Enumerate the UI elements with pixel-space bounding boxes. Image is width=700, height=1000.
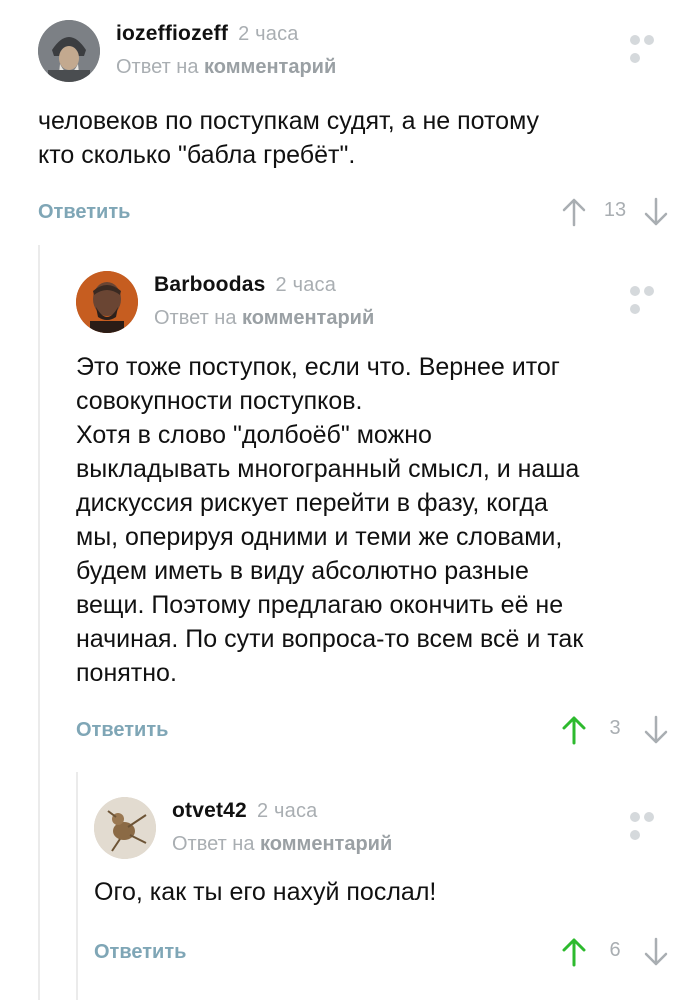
rating-count: 6: [609, 939, 621, 961]
avatar[interactable]: [94, 797, 156, 859]
comment: Barboodas 2 часа Ответ на комментарий Это…: [76, 271, 700, 753]
arrow-up-icon[interactable]: [560, 197, 588, 227]
rating-count: 13: [603, 199, 627, 221]
comment: iozeffiozeff 2 часа Ответ на комментарий …: [38, 20, 700, 235]
comment-footer: Ответить 13: [38, 195, 700, 235]
reply-to-prefix: Ответ на: [172, 833, 255, 855]
reply-to-line: Ответ на комментарий: [116, 56, 336, 79]
author-username[interactable]: otvet42: [172, 799, 247, 822]
more-dots-icon[interactable]: [630, 809, 670, 840]
comment-time: 2 часа: [256, 800, 318, 822]
reply-to-link[interactable]: комментарий: [204, 56, 336, 78]
comment-text: человеков по поступкам судят, а не потом…: [38, 107, 540, 169]
reply-to-line: Ответ на комментарий: [154, 307, 374, 330]
author-name[interactable]: Barboodas 2 часа: [154, 273, 336, 297]
more-dots-icon[interactable]: [630, 32, 670, 63]
comment-text: Ого, как ты его нахуй послал!: [94, 878, 437, 906]
more-dots-icon[interactable]: [630, 283, 670, 314]
comment-time: 2 часа: [238, 23, 299, 45]
comment-header: iozeffiozeff 2 часа Ответ на комментарий: [38, 20, 700, 84]
comment-footer: Ответить 6: [94, 935, 700, 975]
reply-to-link[interactable]: комментарий: [242, 307, 374, 329]
avatar[interactable]: [38, 20, 100, 82]
vote-block: 13: [560, 195, 670, 229]
reply-button[interactable]: Ответить: [38, 201, 130, 224]
reply-button[interactable]: Ответить: [76, 719, 168, 742]
reply-to-line: Ответ на комментарий: [172, 833, 392, 856]
comment-footer: Ответить 3: [76, 713, 700, 753]
arrow-up-icon[interactable]: [560, 715, 588, 745]
reply-to-prefix: Ответ на: [154, 307, 237, 329]
rating-count: 3: [609, 717, 621, 739]
reply-button[interactable]: Ответить: [94, 941, 186, 964]
comment-text: Это тоже поступок, если что. Вернее итог…: [76, 353, 584, 687]
author-name[interactable]: iozeffiozeff 2 часа: [116, 22, 299, 46]
arrow-up-icon[interactable]: [560, 937, 588, 967]
reply-to-prefix: Ответ на: [116, 56, 199, 78]
avatar[interactable]: [76, 271, 138, 333]
comment-time: 2 часа: [275, 274, 337, 296]
author-username[interactable]: iozeffiozeff: [116, 22, 228, 45]
reply-to-link[interactable]: комментарий: [260, 833, 392, 855]
arrow-down-icon[interactable]: [642, 197, 670, 227]
vote-block: 6: [560, 935, 670, 969]
author-username[interactable]: Barboodas: [154, 273, 266, 296]
comment: otvet42 2 часа Ответ на комментарий Ого, …: [94, 797, 700, 975]
arrow-down-icon[interactable]: [642, 937, 670, 967]
author-name[interactable]: otvet42 2 часа: [172, 799, 317, 823]
arrow-down-icon[interactable]: [642, 715, 670, 745]
thread-line-level-1: [38, 245, 40, 1000]
vote-block: 3: [560, 713, 670, 747]
comment-header: Barboodas 2 часа Ответ на комментарий: [76, 271, 700, 335]
thread-line-level-2: [76, 772, 78, 1000]
comment-header: otvet42 2 часа Ответ на комментарий: [94, 797, 700, 861]
